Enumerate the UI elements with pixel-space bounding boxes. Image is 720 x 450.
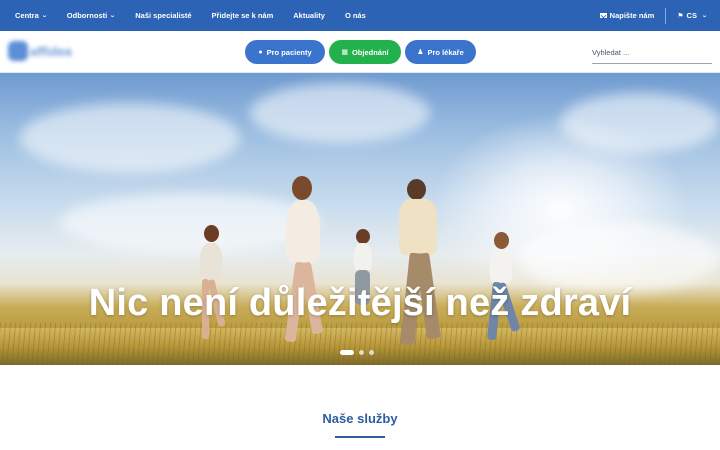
carousel-indicators [340,350,379,355]
order-button[interactable]: ▦ Objednání [329,40,401,64]
carousel-dot-2[interactable] [359,350,364,355]
menu-item-join-us[interactable]: Přidejte se k nám [212,11,274,20]
carousel-dot-1[interactable] [340,350,354,355]
chevron-down-icon: ⌄ [109,13,117,19]
logo-mark [8,41,28,61]
menu-item-about[interactable]: O nás [345,11,366,20]
hero-cloud [20,103,240,173]
top-right-actions: Napište nám ⚑ CS ⌄ [599,0,708,31]
main-menu: Centra ⌄ Odbornosti ⌄ Naši specialisté P… [15,0,386,31]
menu-item-label: Centra [15,11,39,20]
search-input[interactable] [592,42,712,64]
flag-icon: ⚑ [677,12,684,20]
contact-label: Napište nám [609,11,655,20]
hero-title: Nic není důležitější než zdraví [88,282,632,324]
heading-underline [335,436,385,438]
menu-item-specialists[interactable]: Naši specialisté [135,11,191,20]
top-navigation-bar: Centra ⌄ Odbornosti ⌄ Naši specialisté P… [0,0,720,31]
menu-item-centra[interactable]: Centra ⌄ [15,11,48,20]
hero-cloud [250,83,430,143]
contact-link[interactable]: Napište nám [599,11,655,20]
hero-person-mother [270,176,340,361]
menu-item-news[interactable]: Aktuality [293,11,325,20]
for-doctors-button[interactable]: ♟ Pro lékaře [405,40,476,64]
audience-buttons: ● Pro pacienty ▦ Objednání ♟ Pro lékaře [245,40,480,64]
hero-cloud [560,93,720,153]
divider [665,7,667,24]
menu-item-label: Naši specialisté [135,11,192,20]
carousel-dot-3[interactable] [369,350,374,355]
menu-item-label: Aktuality [293,11,325,20]
hero-banner: Nic není důležitější než zdraví [0,73,720,365]
for-patients-button[interactable]: ● Pro pacienty [245,40,325,64]
button-label: Objednání [351,47,389,57]
chevron-down-icon: ⌄ [701,13,708,19]
site-header: affidea ● Pro pacienty ▦ Objednání ♟ Pro… [0,31,720,73]
chevron-down-icon: ⌄ [41,13,48,19]
envelope-icon [599,13,607,18]
menu-item-odbornosti[interactable]: Odbornosti ⌄ [66,11,117,20]
language-label: CS [686,11,697,20]
menu-item-label: O nás [344,11,366,20]
hero-person-father [385,179,457,364]
services-heading: Naše služby [322,411,398,426]
calendar-icon: ▦ [341,49,348,56]
info-icon: ● [258,48,263,56]
logo[interactable]: affidea [8,40,72,62]
language-selector[interactable]: ⚑ CS ⌄ [677,11,707,20]
button-label: Pro lékaře [427,47,464,57]
button-label: Pro pacienty [266,47,312,57]
menu-item-label: Přidejte se k nám [211,11,274,20]
logo-text: affidea [30,43,72,59]
doctor-icon: ♟ [417,49,424,56]
menu-item-label: Odbornosti [66,11,108,20]
